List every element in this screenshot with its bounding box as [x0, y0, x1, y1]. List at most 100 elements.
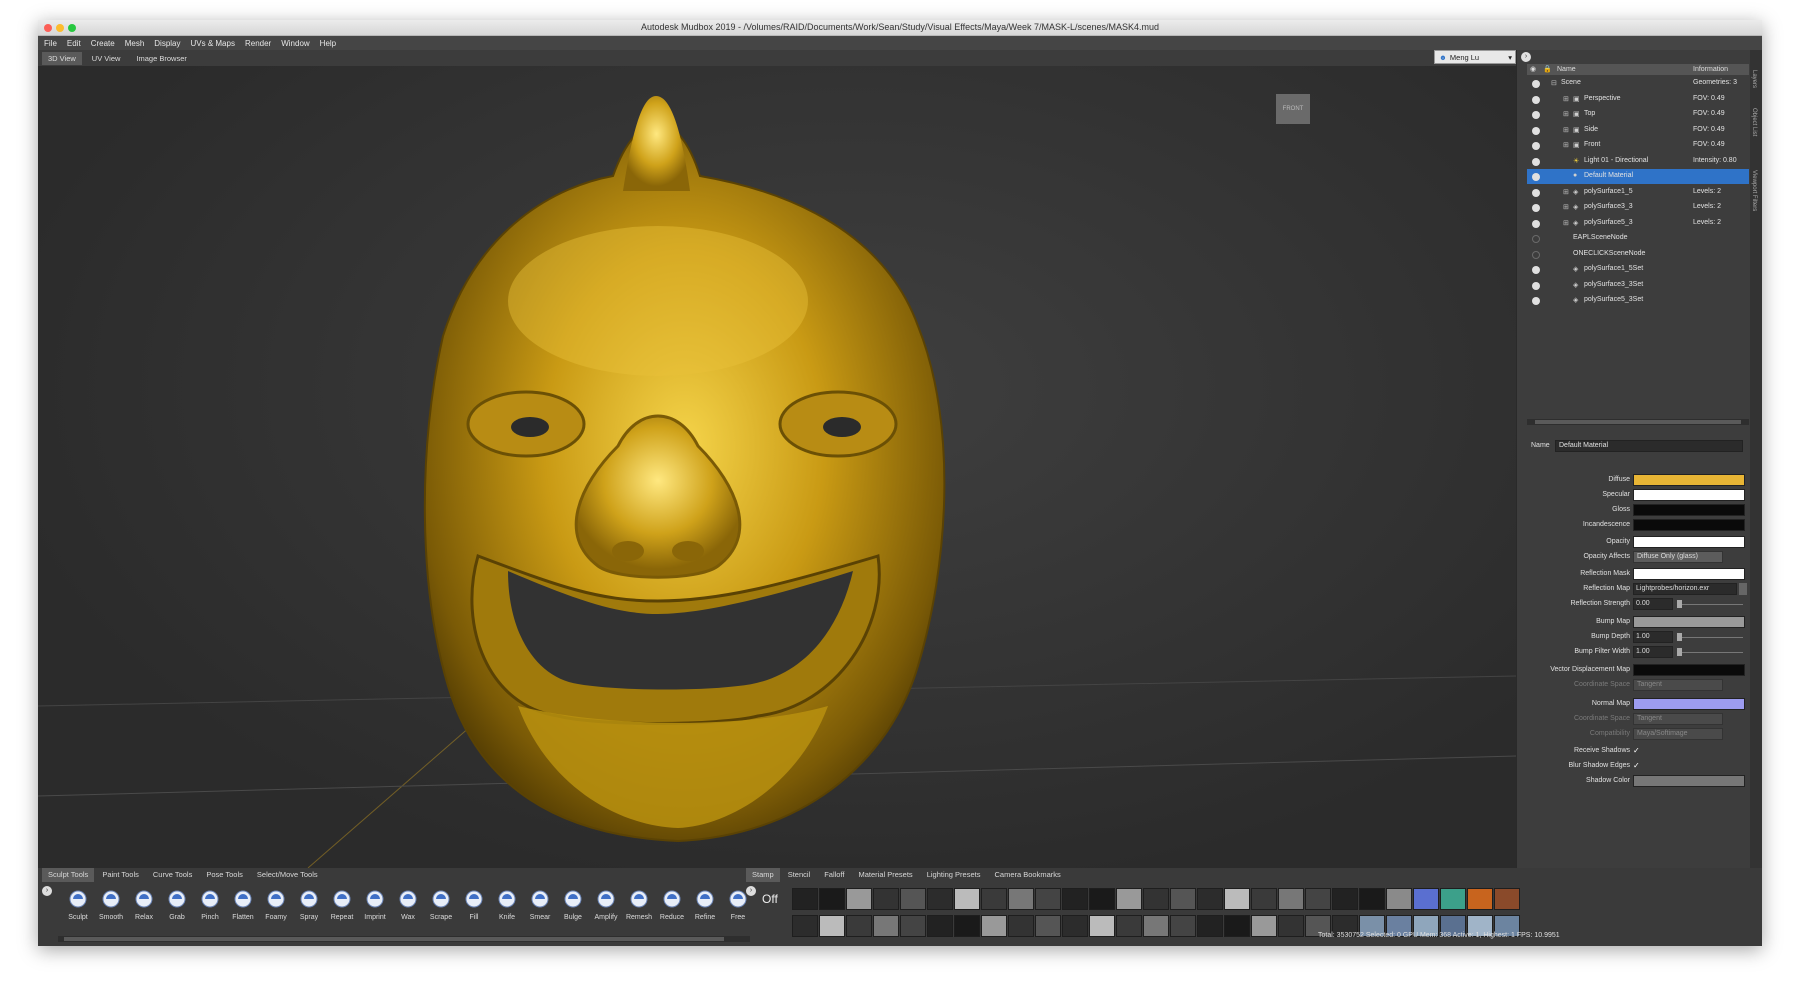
tool-imprint[interactable]: Imprint	[357, 888, 393, 928]
stamp-thumbnail[interactable]	[1035, 915, 1061, 937]
stamp-thumbnail[interactable]	[819, 888, 845, 910]
menu-file[interactable]: File	[44, 39, 57, 48]
visibility-eye-icon[interactable]	[1532, 281, 1540, 290]
scene-row[interactable]: ☀ Light 01 - Directional Intensity: 0.80	[1527, 154, 1749, 169]
tool-knife[interactable]: Knife	[489, 888, 525, 928]
number-field[interactable]: 1.00	[1633, 646, 1673, 658]
scene-row[interactable]: ◈ polySurface1_5Set	[1527, 262, 1749, 277]
stamp-thumbnail[interactable]	[981, 915, 1007, 937]
side-tab-viewport-filters[interactable]: Viewport Filters	[1751, 170, 1757, 211]
scrollbar-thumb[interactable]	[1535, 420, 1741, 424]
tool-remesh[interactable]: Remesh	[621, 888, 657, 928]
tab-camera-bookmarks[interactable]: Camera Bookmarks	[988, 868, 1066, 882]
expand-toggle-icon[interactable]: ⊞	[1563, 188, 1569, 196]
tab-uv-view[interactable]: UV View	[86, 52, 127, 65]
expand-toggle-icon[interactable]: ⊟	[1551, 79, 1557, 87]
tab-curve-tools[interactable]: Curve Tools	[147, 868, 198, 882]
stamp-thumbnail[interactable]	[846, 888, 872, 910]
visibility-eye-icon[interactable]	[1532, 235, 1540, 243]
tool-repeat[interactable]: Repeat	[324, 888, 360, 928]
tab-lighting-presets[interactable]: Lighting Presets	[921, 868, 987, 882]
stamp-thumbnail[interactable]	[1278, 915, 1304, 937]
color-swatch[interactable]	[1633, 568, 1745, 580]
tool-wax[interactable]: Wax	[390, 888, 426, 928]
value-slider[interactable]	[1677, 652, 1743, 653]
tool-fill[interactable]: Fill	[456, 888, 492, 928]
stamp-thumbnail[interactable]	[927, 888, 953, 910]
tool-sculpt[interactable]: Sculpt	[60, 888, 96, 928]
tool-pinch[interactable]: Pinch	[192, 888, 228, 928]
stamp-thumbnail[interactable]	[1062, 915, 1088, 937]
stamp-thumbnail[interactable]	[1116, 888, 1142, 910]
slider-knob[interactable]	[1677, 600, 1682, 608]
visibility-eye-icon[interactable]	[1532, 80, 1540, 88]
scene-row[interactable]: ⊞ ▣ Side FOV: 0.49	[1527, 123, 1749, 138]
stamp-thumbnail[interactable]	[1197, 888, 1223, 910]
stamp-thumbnail[interactable]	[1251, 888, 1277, 910]
stamp-thumbnail[interactable]	[1386, 888, 1412, 910]
scene-row[interactable]: ONECLICKSceneNode	[1527, 247, 1749, 262]
stamp-thumbnail[interactable]	[1197, 915, 1223, 937]
dropdown[interactable]: Maya/Softimage	[1633, 728, 1723, 740]
stamp-thumbnail[interactable]	[1467, 888, 1493, 910]
tab-falloff[interactable]: Falloff	[818, 868, 850, 882]
expand-toggle-icon[interactable]: ⊞	[1563, 219, 1569, 227]
visibility-eye-icon[interactable]	[1532, 142, 1540, 150]
tab-material-presets[interactable]: Material Presets	[853, 868, 919, 882]
scene-row[interactable]: ⊞ ▣ Perspective FOV: 0.49	[1527, 92, 1749, 107]
stamp-thumbnail[interactable]	[792, 915, 818, 937]
stamp-thumbnail[interactable]	[927, 915, 953, 937]
stamp-thumbnail[interactable]	[1008, 915, 1034, 937]
stamp-thumbnail[interactable]	[1008, 888, 1034, 910]
column-info-header[interactable]: Information	[1693, 66, 1728, 73]
tool-tray-toggle-icon[interactable]: ›	[42, 886, 52, 896]
tab-stamp[interactable]: Stamp	[746, 868, 780, 882]
color-swatch[interactable]	[1633, 474, 1745, 486]
panel-toggle-icon[interactable]: ›	[1521, 52, 1531, 62]
tab-stencil[interactable]: Stencil	[782, 868, 817, 882]
slider-knob[interactable]	[1677, 633, 1682, 641]
stamp-thumbnail[interactable]	[954, 888, 980, 910]
stamp-thumbnail[interactable]	[1143, 915, 1169, 937]
visibility-eye-icon[interactable]	[1532, 204, 1540, 212]
scene-row[interactable]: EAPLSceneNode	[1527, 231, 1749, 246]
menu-display[interactable]: Display	[154, 39, 180, 48]
visibility-eye-icon[interactable]	[1532, 266, 1540, 274]
stamp-thumbnail[interactable]	[1494, 888, 1520, 910]
tab-paint-tools[interactable]: Paint Tools	[96, 868, 145, 882]
stamp-thumbnail[interactable]	[1332, 888, 1358, 910]
menu-edit[interactable]: Edit	[67, 39, 81, 48]
menu-uvs-maps[interactable]: UVs & Maps	[191, 39, 235, 48]
visibility-eye-icon[interactable]	[1532, 188, 1540, 197]
visibility-eye-icon[interactable]	[1532, 173, 1540, 181]
visibility-eye-icon[interactable]	[1532, 157, 1540, 166]
menu-render[interactable]: Render	[245, 39, 271, 48]
stamp-thumbnail[interactable]	[1170, 888, 1196, 910]
visibility-eye-icon[interactable]	[1532, 111, 1540, 119]
scene-scrollbar[interactable]	[1527, 419, 1749, 425]
number-field[interactable]: 1.00	[1633, 631, 1673, 643]
stamp-thumbnail[interactable]	[873, 888, 899, 910]
tab-select-move-tools[interactable]: Select/Move Tools	[251, 868, 324, 882]
scene-row[interactable]: ⊞ ◈ polySurface3_3 Levels: 2	[1527, 200, 1749, 215]
color-swatch[interactable]	[1633, 536, 1745, 548]
expand-toggle-icon[interactable]: ⊞	[1563, 203, 1569, 211]
color-swatch[interactable]	[1633, 698, 1745, 710]
menu-window[interactable]: Window	[281, 39, 309, 48]
number-field[interactable]: 0.00	[1633, 598, 1673, 610]
expand-toggle-icon[interactable]: ⊞	[1563, 110, 1569, 118]
color-swatch[interactable]	[1633, 616, 1745, 628]
3d-viewport[interactable]: FRONT	[38, 66, 1516, 868]
stamp-thumbnail[interactable]	[1224, 915, 1250, 937]
tab-pose-tools[interactable]: Pose Tools	[200, 868, 249, 882]
menu-create[interactable]: Create	[91, 39, 115, 48]
dropdown[interactable]: Tangent	[1633, 679, 1723, 691]
camera-view-label[interactable]: FRONT	[1276, 94, 1310, 124]
color-swatch[interactable]	[1633, 504, 1745, 516]
scene-row[interactable]: ◈ polySurface3_3Set	[1527, 278, 1749, 293]
stamp-thumbnail[interactable]	[1440, 888, 1466, 910]
stamp-thumbnail[interactable]	[1305, 888, 1331, 910]
tool-grab[interactable]: Grab	[159, 888, 195, 928]
file-path-field[interactable]: Lightprobes/horizon.exr	[1633, 583, 1737, 595]
value-slider[interactable]	[1677, 604, 1743, 605]
